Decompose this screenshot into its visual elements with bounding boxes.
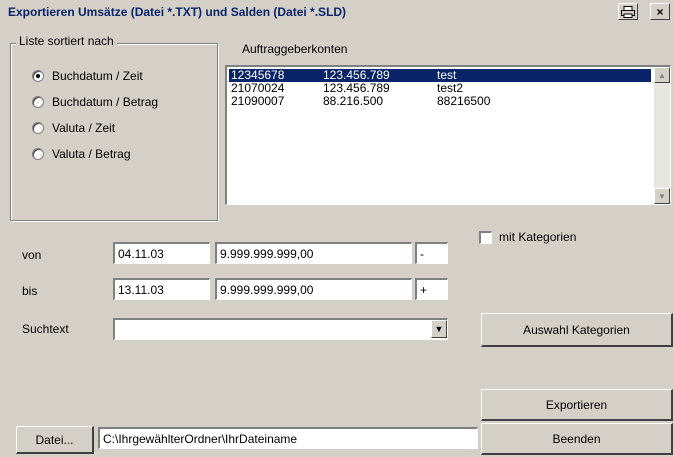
bis-sign-field[interactable]: +: [415, 278, 448, 300]
scroll-up-button[interactable]: ▲: [654, 67, 670, 83]
bis-amount-field[interactable]: 9.999.999.999,00: [215, 278, 412, 300]
file-button[interactable]: Datei...: [16, 426, 94, 454]
categories-checkbox-label: mit Kategorien: [499, 230, 577, 244]
account-name: 88216500: [437, 94, 491, 108]
window-title: Exportieren Umsätze (Datei *.TXT) und Sa…: [8, 5, 347, 19]
radio-label: Buchdatum / Zeit: [52, 69, 143, 83]
von-sign-field[interactable]: -: [415, 242, 448, 264]
radio-buchdatum-zeit[interactable]: Buchdatum / Zeit: [32, 69, 143, 83]
export-button[interactable]: Exportieren: [481, 389, 673, 421]
account-number: 21090007: [231, 94, 285, 108]
radio-label: Valuta / Betrag: [52, 147, 131, 161]
file-path-field[interactable]: C:\IhrgewählterOrdner\IhrDateiname: [98, 427, 478, 449]
scroll-down-button[interactable]: ▼: [654, 188, 670, 204]
close-button[interactable]: ×: [650, 3, 670, 20]
search-dropdown-button[interactable]: ▼: [431, 320, 447, 338]
chevron-down-icon: ▼: [434, 324, 444, 334]
accounts-label: Auftraggeberkonten: [242, 42, 348, 56]
radio-button[interactable]: [32, 148, 44, 160]
radio-button[interactable]: [32, 122, 44, 134]
list-scrollbar[interactable]: ▲ ▼: [654, 67, 670, 204]
radio-valuta-betrag[interactable]: Valuta / Betrag: [32, 147, 131, 161]
radio-label: Buchdatum / Betrag: [52, 95, 159, 109]
account-row[interactable]: 21090007 88.216.500 88216500: [229, 95, 651, 108]
search-label: Suchtext: [22, 322, 69, 336]
radio-button[interactable]: [32, 96, 44, 108]
radio-valuta-zeit[interactable]: Valuta / Zeit: [32, 121, 115, 135]
arrow-up-icon: ▲: [658, 70, 666, 80]
printer-icon: [621, 5, 635, 18]
von-amount-field[interactable]: 9.999.999.999,00: [215, 242, 412, 264]
von-label: von: [22, 248, 42, 262]
bis-label: bis: [22, 284, 38, 298]
arrow-down-icon: ▼: [658, 191, 666, 201]
account-amount: 88.216.500: [323, 94, 384, 108]
von-date-field[interactable]: 04.11.03: [113, 242, 210, 264]
categories-checkbox[interactable]: [479, 231, 492, 244]
radio-label: Valuta / Zeit: [52, 121, 116, 135]
sort-group-legend: Liste sortiert nach: [16, 34, 117, 48]
close-icon: ×: [656, 4, 664, 19]
close-dialog-button[interactable]: Beenden: [481, 423, 673, 455]
search-combobox[interactable]: ▼: [113, 318, 448, 340]
accounts-listbox[interactable]: 12345678 123.456.789 test 21070024 123.4…: [225, 65, 671, 205]
radio-buchdatum-betrag[interactable]: Buchdatum / Betrag: [32, 95, 158, 109]
print-button[interactable]: [618, 3, 638, 20]
bis-date-field[interactable]: 13.11.03: [113, 278, 210, 300]
select-categories-button[interactable]: Auswahl Kategorien: [481, 313, 673, 347]
radio-button[interactable]: [32, 70, 44, 82]
